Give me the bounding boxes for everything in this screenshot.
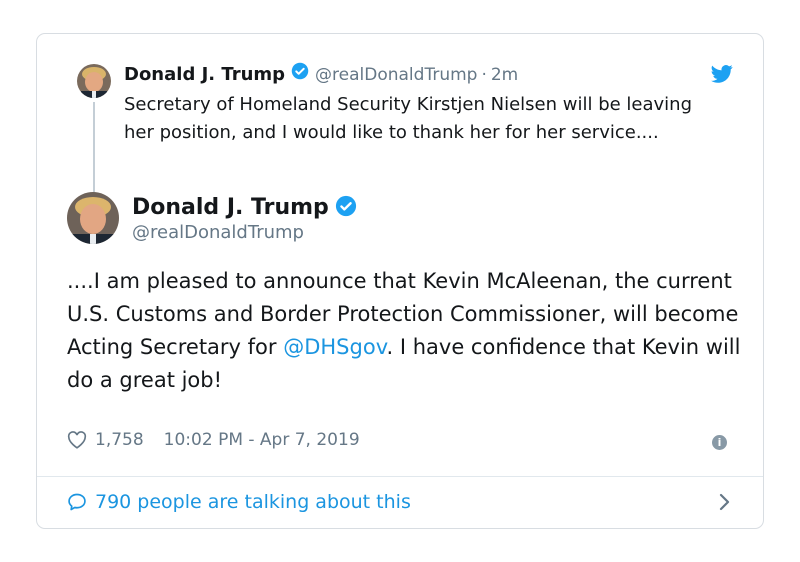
tweet-timestamp[interactable]: 10:02 PM - Apr 7, 2019 bbox=[164, 430, 360, 450]
speech-bubble-icon bbox=[67, 492, 87, 512]
parent-author-handle[interactable]: @realDonaldTrump bbox=[315, 63, 477, 87]
main-author-name[interactable]: Donald J. Trump bbox=[132, 194, 329, 222]
twitter-bird-icon[interactable] bbox=[711, 64, 733, 84]
mention-link[interactable]: @DHSgov bbox=[283, 335, 386, 359]
conversation-label: 790 people are talking about this bbox=[95, 491, 411, 513]
footer-divider bbox=[37, 476, 763, 477]
info-icon[interactable]: i bbox=[712, 435, 727, 450]
parent-timestamp[interactable]: 2m bbox=[491, 63, 518, 87]
embedded-tweet-card: Donald J. Trump @realDonaldTrump · 2m Se… bbox=[36, 33, 764, 529]
parent-tweet-text: Secretary of Homeland Security Kirstjen … bbox=[124, 94, 693, 143]
header-separator: · bbox=[481, 64, 487, 85]
parent-author-name[interactable]: Donald J. Trump bbox=[124, 63, 285, 87]
like-count[interactable]: 1,758 bbox=[95, 430, 144, 450]
parent-avatar[interactable] bbox=[77, 64, 111, 98]
thread-connector-line bbox=[93, 102, 95, 194]
heart-icon[interactable] bbox=[67, 431, 87, 449]
verified-badge-icon bbox=[291, 62, 309, 87]
main-author-row: Donald J. Trump bbox=[132, 194, 357, 222]
verified-badge-icon bbox=[335, 195, 357, 221]
chevron-right-icon bbox=[719, 493, 731, 511]
main-tweet-text: ....I am pleased to announce that Kevin … bbox=[67, 265, 747, 397]
main-author-handle[interactable]: @realDonaldTrump bbox=[132, 221, 304, 245]
tweet-meta-row: 1,758 10:02 PM - Apr 7, 2019 bbox=[67, 430, 360, 450]
conversation-link[interactable]: 790 people are talking about this bbox=[67, 486, 733, 518]
parent-header: Donald J. Trump @realDonaldTrump · 2m bbox=[124, 62, 518, 87]
main-avatar[interactable] bbox=[67, 192, 119, 244]
